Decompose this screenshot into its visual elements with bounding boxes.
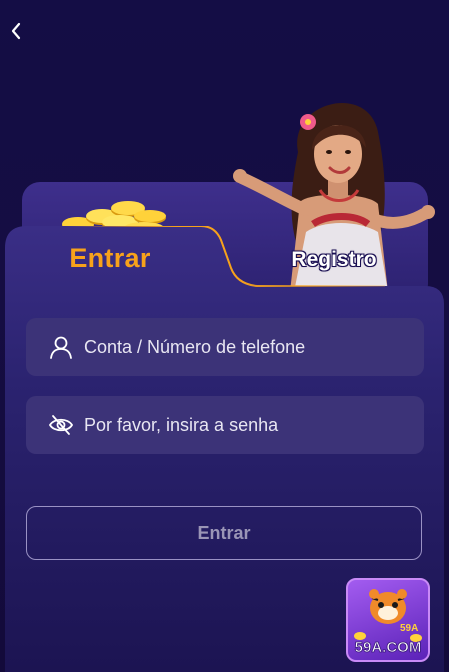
tab-entrar[interactable]: Entrar — [10, 232, 210, 284]
user-icon — [50, 336, 72, 359]
chevron-left-icon — [11, 22, 21, 40]
entrar-submit-button[interactable]: Entrar — [26, 506, 422, 560]
app-logo-59a[interactable]: 59A 59A.COM — [346, 578, 430, 662]
tab-registro[interactable]: Registro — [252, 236, 416, 284]
account-input[interactable]: Conta / Número de telefone — [26, 318, 424, 376]
account-input-placeholder: Conta / Número de telefone — [84, 336, 306, 357]
back-button[interactable] — [6, 20, 28, 42]
eye-off-icon[interactable] — [48, 412, 74, 438]
logo-brand-text: 59A.COM — [355, 639, 422, 656]
password-input[interactable]: Por favor, insira a senha — [26, 396, 424, 454]
password-input-placeholder: Por favor, insira a senha — [84, 414, 279, 435]
logo-badge-text: 59A — [400, 623, 418, 634]
app-logo-image: 59A 59A.COM — [354, 589, 422, 656]
